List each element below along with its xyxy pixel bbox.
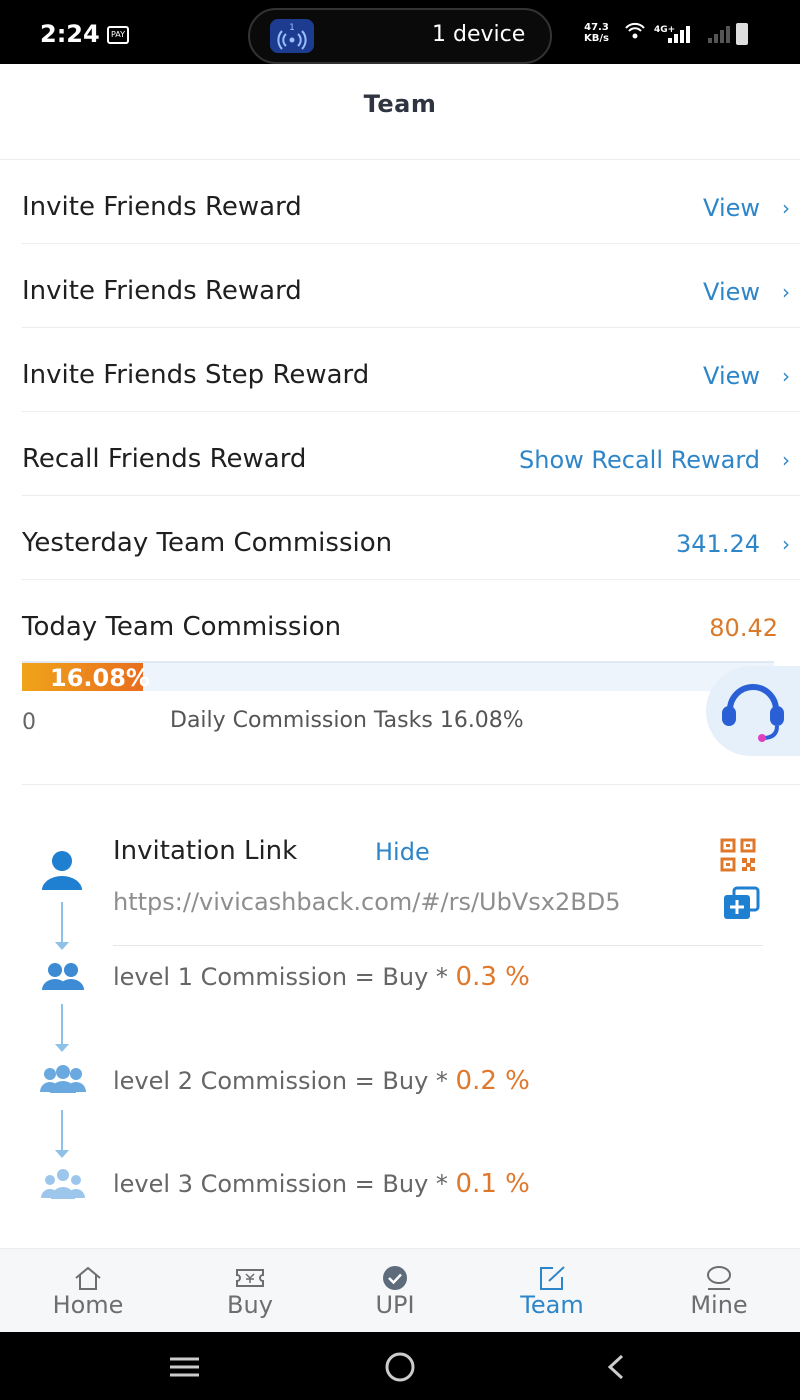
invite-friends-reward-row[interactable]: Invite Friends Reward View › (22, 160, 800, 244)
arrow-down-icon (55, 902, 69, 950)
row-label: Invite Friends Reward (22, 276, 302, 306)
user-icon (707, 1266, 731, 1290)
arrow-down-icon (55, 1110, 69, 1158)
status-bar: 2:24 PAY 1 1 device 47.3 KB/s 4G+ (0, 0, 800, 64)
row-label: Invite Friends Reward (22, 192, 302, 222)
recent-apps-icon (170, 1357, 199, 1377)
level-3-commission: level 3 Commission = Buy * 0.1 % (113, 1169, 530, 1199)
level-3-users-icon (40, 1168, 86, 1204)
speed-value: 47.3 (584, 22, 609, 33)
level-2-rate: 0.2 % (455, 1066, 530, 1096)
pay-notification-icon: PAY (107, 26, 129, 44)
hide-link-button[interactable]: Hide (375, 838, 430, 866)
invite-friends-reward-row-2[interactable]: Invite Friends Reward View › (22, 244, 800, 328)
network-type: 4G+ (654, 25, 675, 35)
progress-min-label: 0 (22, 710, 36, 735)
today-team-commission-row: Today Team Commission 80.42 (22, 580, 800, 664)
status-icons: 4G+ (620, 22, 770, 50)
level-2-commission: level 2 Commission = Buy * 0.2 % (113, 1066, 530, 1096)
hotspot-status-icon (625, 22, 645, 39)
invite-friends-step-reward-row[interactable]: Invite Friends Step Reward View › (22, 328, 800, 412)
yesterday-team-commission-row[interactable]: Yesterday Team Commission 341.24 › (22, 496, 800, 580)
chevron-right-icon: › (782, 532, 790, 556)
headset-icon (722, 684, 784, 742)
header: Team (0, 64, 800, 160)
edit-square-icon (540, 1266, 565, 1290)
user-icon (40, 848, 84, 896)
chevron-right-icon: › (782, 448, 790, 472)
level-3-rate: 0.1 % (455, 1169, 530, 1199)
tab-label: UPI (375, 1291, 415, 1319)
row-label: Invite Friends Step Reward (22, 360, 370, 390)
copy-icon[interactable] (722, 886, 762, 924)
invitation-url[interactable]: https://vivicashback.com/#/rs/UbVsx2BD5 (113, 888, 723, 916)
row-label: Yesterday Team Commission (22, 528, 393, 558)
tab-home[interactable]: Home (18, 1249, 158, 1333)
invitation-link-title: Invitation Link (113, 836, 298, 866)
level-1-users-icon (40, 962, 86, 996)
commission-progress-bar: 16.08% (22, 661, 774, 692)
row-label: Recall Friends Reward (22, 444, 307, 474)
recall-friends-reward-row[interactable]: Recall Friends Reward Show Recall Reward… (22, 412, 800, 496)
invitation-divider (113, 945, 763, 946)
level-1-rate: 0.3 % (455, 962, 530, 992)
level-2-users-icon (40, 1064, 86, 1098)
hotspot-count: 1 (289, 23, 295, 33)
view-link[interactable]: View (703, 362, 760, 390)
status-time: 2:24 (40, 20, 100, 48)
level-1-commission: level 1 Commission = Buy * 0.3 % (113, 962, 530, 992)
view-link[interactable]: View (703, 278, 760, 306)
tab-label: Buy (227, 1291, 273, 1319)
chevron-right-icon: › (782, 196, 790, 220)
team-screen: 2:24 PAY 1 1 device 47.3 KB/s 4G+ Team I… (0, 0, 800, 1400)
check-circle-icon (383, 1266, 407, 1290)
section-divider (22, 784, 800, 785)
tab-team[interactable]: Team (482, 1249, 622, 1333)
network-speed: 47.3 KB/s (584, 22, 609, 44)
device-count-text: 1 device (432, 22, 526, 47)
tab-label: Mine (690, 1291, 748, 1319)
back-icon (607, 1354, 624, 1380)
ticket-icon (236, 1269, 264, 1287)
progress-caption: Daily Commission Tasks 16.08% (170, 708, 524, 733)
tab-upi[interactable]: UPI (325, 1249, 465, 1333)
arrow-down-icon (55, 1004, 69, 1052)
today-commission-value: 80.42 (709, 614, 778, 642)
signal-weak-icon (708, 26, 730, 43)
tab-mine[interactable]: Mine (649, 1249, 789, 1333)
level-1-text: level 1 Commission = Buy * (113, 963, 456, 991)
qr-code-icon[interactable] (720, 838, 758, 876)
row-label: Today Team Commission (22, 612, 342, 642)
bottom-tab-bar: Home Buy UPI Team Mine (0, 1248, 800, 1332)
show-recall-reward-link[interactable]: Show Recall Reward (519, 446, 760, 474)
view-link[interactable]: View (703, 194, 760, 222)
system-nav-bar (0, 1332, 800, 1400)
chevron-right-icon: › (782, 280, 790, 304)
hotspot-icon: 1 (270, 19, 314, 53)
level-3-text: level 3 Commission = Buy * (113, 1170, 456, 1198)
customer-support-button[interactable] (706, 666, 800, 756)
chevron-right-icon: › (782, 364, 790, 388)
yesterday-commission-value[interactable]: 341.24 (676, 530, 760, 558)
level-2-text: level 2 Commission = Buy * (113, 1067, 456, 1095)
battery-icon (736, 23, 748, 45)
home-icon (75, 1266, 101, 1290)
speed-unit: KB/s (584, 33, 609, 44)
page-title: Team (363, 90, 437, 118)
home-button-icon (385, 1352, 415, 1382)
progress-percent: 16.08% (50, 664, 150, 692)
tab-label: Team (520, 1291, 584, 1319)
tab-label: Home (52, 1291, 124, 1319)
tab-buy[interactable]: Buy (180, 1249, 320, 1333)
